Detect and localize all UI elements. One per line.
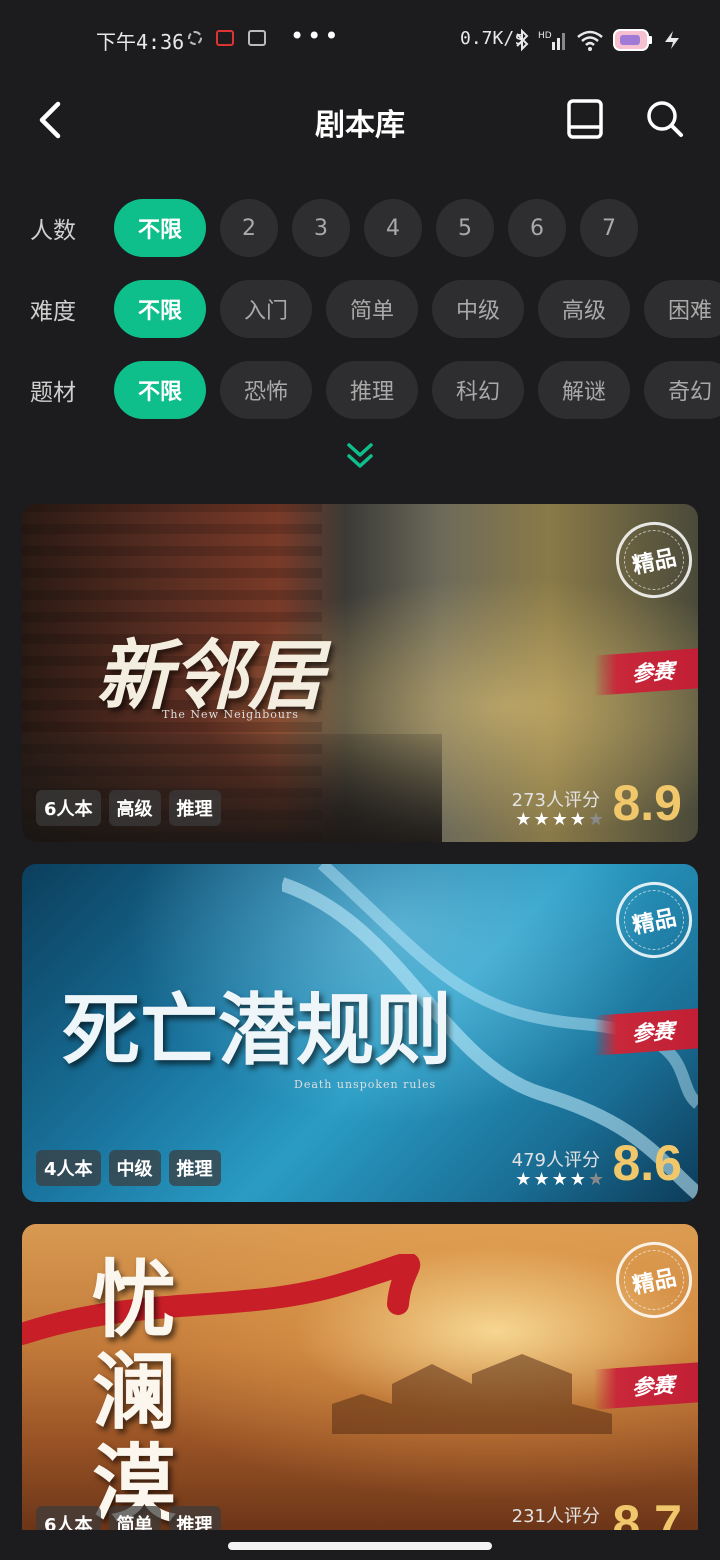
filter-label: 题材 [30, 380, 76, 406]
double-chevron-down-icon [347, 443, 373, 468]
notification-icon [216, 30, 234, 46]
filter-chip[interactable]: 3 [292, 199, 350, 257]
palace-silhouette [332, 1354, 612, 1434]
top-bar: 剧本库 [0, 80, 720, 160]
system-icons: HD [514, 26, 682, 54]
filter-chip[interactable]: 5 [436, 199, 494, 257]
more-notifications-icon: ••• [290, 22, 342, 50]
status-time: 下午4:36 [96, 30, 185, 54]
card-title: 忧澜漠 [92, 1250, 177, 1530]
card-title: 死亡潜规则 [62, 985, 453, 1076]
search-icon [647, 101, 683, 137]
script-card[interactable]: 死亡潜规则 Death unspoken rules 精品 参赛 4人本 中级 … [22, 864, 698, 1202]
contest-ribbon: 参赛 [594, 648, 698, 696]
card-subtitle: The New Neighbours [162, 708, 299, 721]
page-title: 剧本库 [315, 108, 405, 143]
tag-players: 4人本 [36, 1150, 101, 1186]
filter-chip-selected[interactable]: 不限 [114, 361, 206, 419]
filter-row-difficulty: 难度 不限 入门 简单 中级 高级 困难 [0, 279, 720, 339]
tag-difficulty: 高级 [108, 790, 161, 826]
filter-chip[interactable]: 2 [220, 199, 278, 257]
battery-icon [613, 29, 652, 51]
filter-row-players: 人数 不限 2 3 4 5 6 7 [0, 198, 720, 258]
wifi-icon [577, 30, 603, 51]
filter-row-genre: 题材 不限 恐怖 推理 科幻 解谜 奇幻 [0, 360, 720, 420]
filter-chip-selected[interactable]: 不限 [114, 280, 206, 338]
book-button[interactable] [560, 94, 610, 144]
bluetooth-icon [516, 28, 529, 52]
filter-chip[interactable]: 高级 [538, 280, 630, 338]
filter-chip[interactable]: 科幻 [432, 361, 524, 419]
card-tags: 6人本 高级 推理 [36, 790, 221, 826]
card-tags: 6人本 简单 推理 [36, 1506, 221, 1530]
filter-chip[interactable]: 奇幻 [644, 361, 720, 419]
signal-icon: HD [538, 31, 565, 50]
book-icon [567, 99, 603, 139]
star-icon: ★ [533, 1169, 550, 1190]
filter-chip[interactable]: 简单 [326, 280, 418, 338]
rating-count: 231人评分 [511, 1506, 600, 1527]
home-indicator[interactable] [228, 1542, 492, 1550]
score: 8.9 [612, 775, 682, 831]
status-bar: 下午4:36 ••• 0.7K/s HD [0, 0, 720, 80]
script-card[interactable]: 忧澜漠 精品 参赛 6人本 简单 推理 231人评分 8.7 [22, 1224, 698, 1530]
card-tags: 4人本 中级 推理 [36, 1150, 221, 1186]
contest-ribbon: 参赛 [594, 1362, 698, 1410]
contest-ribbon-text: 参赛 [632, 658, 674, 686]
tag-players: 6人本 [36, 790, 101, 826]
filter-label: 人数 [30, 218, 76, 244]
star-rating: ★ ★ ★ ★ ★ [515, 1169, 604, 1190]
filter-chip[interactable]: 7 [580, 199, 638, 257]
star-icon: ★ [587, 809, 604, 830]
filter-chip[interactable]: 恐怖 [220, 361, 312, 419]
tag-difficulty: 简单 [108, 1506, 161, 1530]
star-icon: ★ [533, 809, 550, 830]
filter-chip[interactable]: 解谜 [538, 361, 630, 419]
contest-ribbon-text: 参赛 [632, 1372, 674, 1400]
premium-seal-text: 精品 [630, 1264, 679, 1300]
filter-chip[interactable]: 4 [364, 199, 422, 257]
filter-label: 难度 [30, 299, 76, 325]
contest-ribbon-text: 参赛 [632, 1018, 674, 1046]
search-button[interactable] [640, 94, 690, 144]
tag-genre: 推理 [168, 1150, 221, 1186]
star-icon: ★ [569, 809, 586, 830]
script-card[interactable]: 新邻居 The New Neighbours 精品 参赛 6人本 高级 推理 2… [22, 504, 698, 842]
tag-difficulty: 中级 [108, 1150, 161, 1186]
tag-players: 6人本 [36, 1506, 101, 1530]
star-rating: ★ ★ ★ ★ ★ [515, 809, 604, 830]
star-icon: ★ [515, 1169, 532, 1190]
premium-seal-text: 精品 [630, 904, 679, 940]
card-subtitle: Death unspoken rules [294, 1078, 437, 1091]
filter-chip[interactable]: 入门 [220, 280, 312, 338]
tag-genre: 推理 [168, 790, 221, 826]
score: 8.7 [612, 1495, 682, 1530]
filter-chip[interactable]: 推理 [326, 361, 418, 419]
charging-icon [665, 31, 679, 49]
star-icon: ★ [551, 1169, 568, 1190]
score: 8.6 [612, 1135, 682, 1191]
star-icon: ★ [515, 809, 532, 830]
premium-seal-text: 精品 [630, 544, 679, 580]
expand-filters-button[interactable] [336, 436, 384, 476]
notification-icons [188, 30, 266, 46]
filter-chip-selected[interactable]: 不限 [114, 199, 206, 257]
notification-icon [188, 31, 202, 45]
filter-chip[interactable]: 中级 [432, 280, 524, 338]
filter-chip[interactable]: 6 [508, 199, 566, 257]
notification-icon [248, 30, 266, 46]
svg-text:HD: HD [538, 31, 552, 41]
filter-chip[interactable]: 困难 [644, 280, 720, 338]
star-icon: ★ [551, 809, 568, 830]
contest-ribbon: 参赛 [594, 1008, 698, 1056]
tag-genre: 推理 [168, 1506, 221, 1530]
star-icon: ★ [569, 1169, 586, 1190]
star-icon: ★ [587, 1169, 604, 1190]
